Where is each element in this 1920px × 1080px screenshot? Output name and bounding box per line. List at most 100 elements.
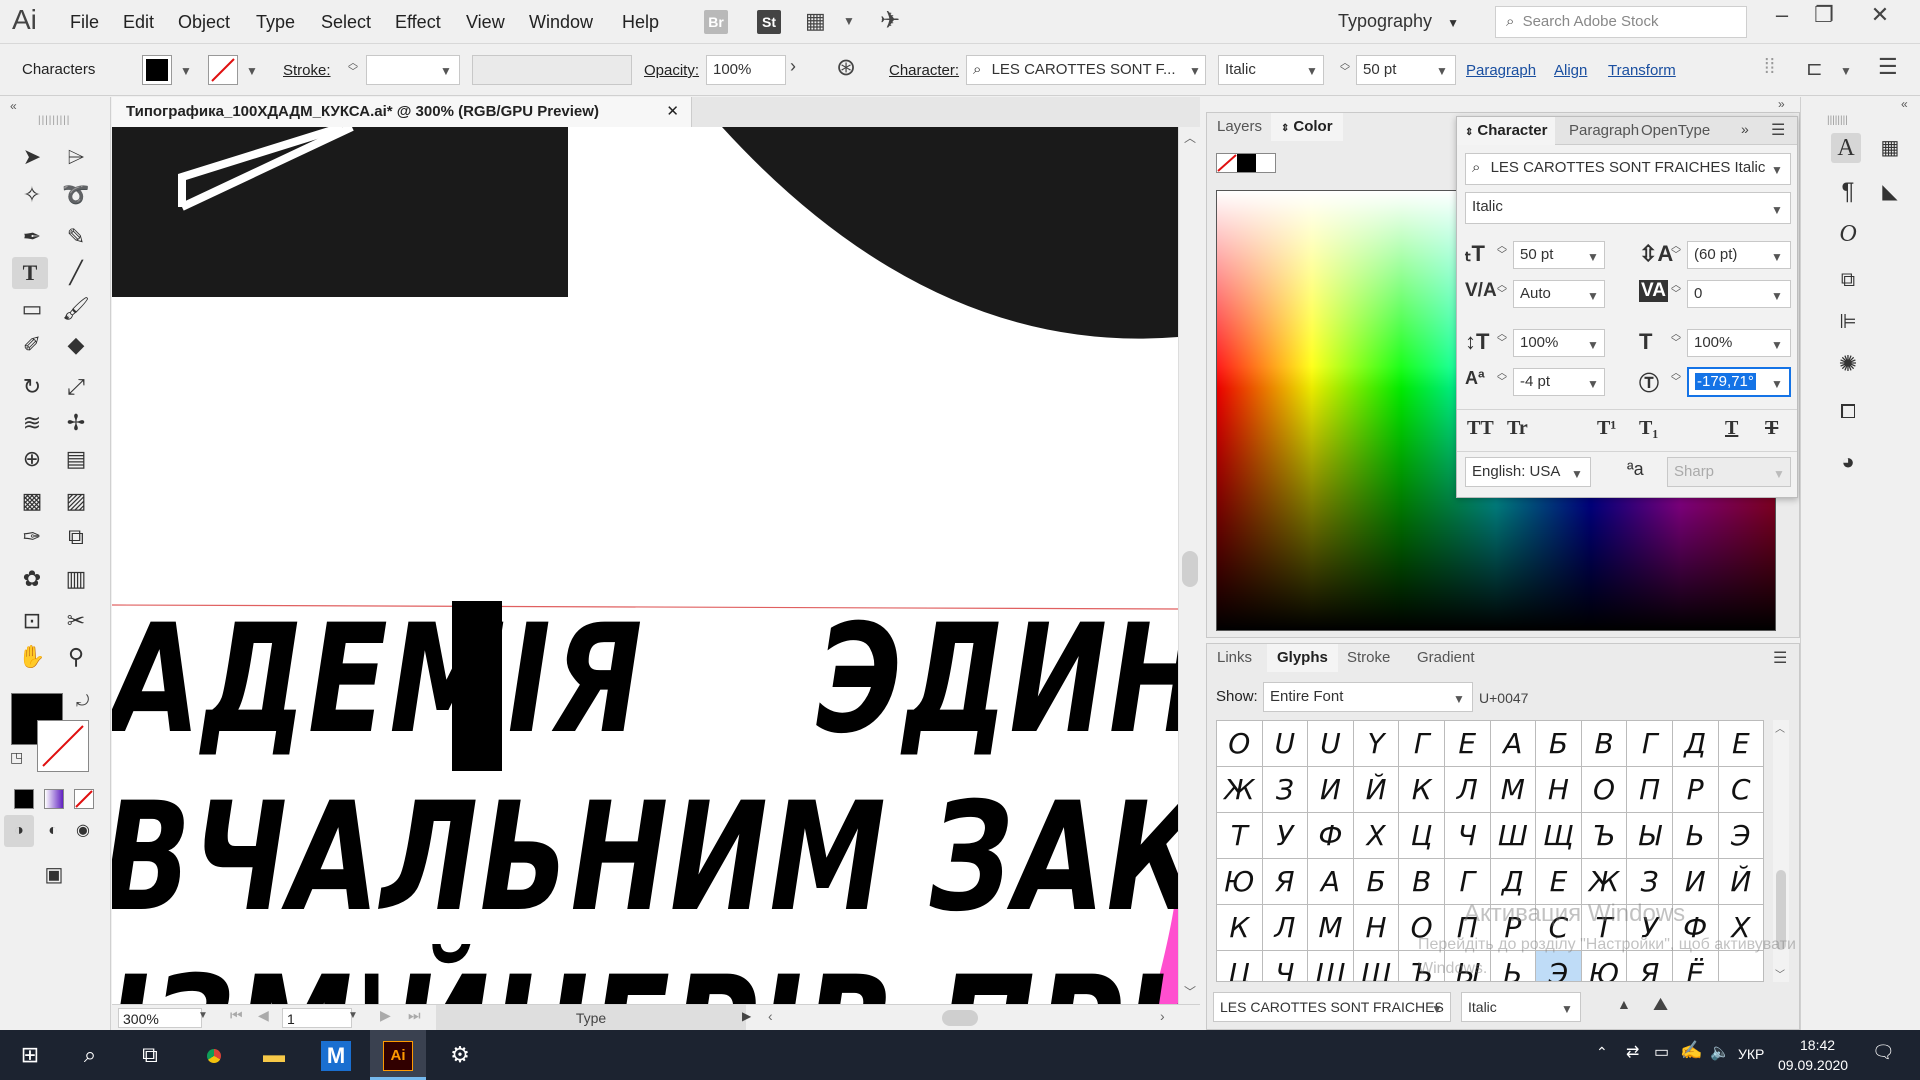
mesh-tool-icon[interactable]: ▩ [14,485,50,517]
draw-behind-icon[interactable]: ◐ [38,815,68,847]
panel-menu-icon[interactable]: ☰ [1878,54,1898,80]
glyph-cell[interactable]: Р [1672,767,1719,813]
tab-color[interactable]: ⇕ Color [1271,113,1343,141]
glyph-cell[interactable]: Б [1536,721,1582,767]
glyph-cell[interactable]: К [1217,905,1263,951]
stroke-color-swatch[interactable] [37,720,89,772]
glyph-cell[interactable]: Г [1444,859,1491,905]
glyph-cell[interactable]: С [1718,767,1763,813]
small-caps-button[interactable]: Tr [1507,417,1528,440]
transform-panel-icon[interactable]: ⧉ [1833,265,1863,295]
glyph-cell[interactable]: Й [1353,767,1400,813]
curvature-tool-icon[interactable]: ✎ [58,221,94,253]
zoom-in-glyphs-icon[interactable]: ⛰ [1653,994,1668,1015]
status-menu-icon[interactable]: ▶ [742,1009,751,1023]
chevron-down-icon[interactable]: ▼ [1587,250,1599,264]
paragraph-link[interactable]: Paragraph [1466,62,1536,79]
minimize-button[interactable]: – [1758,0,1806,32]
character-label[interactable]: Character: [889,62,959,79]
pathfinder-panel-icon[interactable]: ⧠ [1833,397,1863,427]
clock-time[interactable]: 18:42 [1800,1037,1835,1053]
recolor-artwork-icon[interactable]: ⊛ [836,53,856,82]
scroll-up-icon[interactable]: ︿ [1184,129,1196,146]
tab-glyphs[interactable]: Glyphs [1267,644,1338,672]
battery-icon[interactable]: ▭ [1654,1042,1669,1062]
blend-tool-icon[interactable]: ⧉ [58,521,94,553]
kerning-stepper-icon[interactable]: ︿ ﹀ [1495,281,1509,300]
menu-file[interactable]: File [70,12,99,33]
chrome-icon[interactable] [186,1030,242,1080]
artwork-text-line-1[interactable]: АДЕМІЯ Є ЭДИНИМ В УКР [112,605,1178,755]
subscript-button[interactable]: T₁ [1639,417,1658,440]
scale-tool-icon[interactable]: ⤢ [58,371,94,403]
chevron-down-icon[interactable]: ▼ [1771,250,1783,264]
stock-icon[interactable]: St [757,10,781,34]
glyph-cell[interactable]: Л [1262,905,1309,951]
bridge-icon[interactable]: Br [704,10,728,34]
rectangle-tool-icon[interactable]: ▭ [14,293,50,325]
glyph-cell[interactable]: Н [1536,767,1582,813]
document-tab[interactable]: Типографика_100ХДАДМ_КУКСА.ai* @ 300% (R… [112,97,692,127]
arrange-documents-icon[interactable]: ▦ [805,8,826,34]
fill-swatch[interactable] [142,55,172,85]
glyph-cell[interactable]: И [1672,859,1719,905]
glyph-cell[interactable]: Y [1353,721,1400,767]
warp-tool-icon[interactable]: ≋ [14,407,50,439]
glyph-cell[interactable]: М [1490,767,1537,813]
libraries-icon[interactable]: ▦ [1875,133,1905,163]
stroke-label[interactable]: Stroke: [283,62,331,79]
previous-artboard-icon[interactable]: ◀ [258,1007,269,1024]
all-caps-button[interactable]: TT [1467,417,1494,440]
gradient-mode-icon[interactable] [44,789,64,809]
clock-date[interactable]: 09.09.2020 [1778,1057,1848,1073]
glyph-cell[interactable]: Ю [1217,859,1263,905]
chevron-down-icon[interactable]: ▼ [1771,203,1783,217]
settings-icon[interactable]: ⚙ [432,1030,488,1080]
first-artboard-icon[interactable]: ⏮ [230,1007,243,1024]
distribute-icon[interactable]: ⊏ [1806,56,1823,81]
scroll-down-icon[interactable]: ﹀ [1184,983,1196,1000]
screen-mode-icon[interactable]: ▣ [36,859,72,891]
align-link[interactable]: Align [1554,62,1587,79]
glyph-cell[interactable]: Ч [1444,813,1491,859]
chevron-down-icon[interactable]: ▼ [348,1010,358,1021]
last-artboard-icon[interactable]: ⏭ [408,1007,421,1024]
tab-paragraph[interactable]: Paragraph [1565,117,1639,145]
show-hidden-icons[interactable]: ⌃ [1596,1044,1608,1061]
transform-link[interactable]: Transform [1608,62,1676,79]
horizontal-scale-stepper-icon[interactable]: ︿ ﹀ [1669,330,1683,349]
glyph-cell[interactable]: Е [1718,721,1763,767]
glyph-cell[interactable]: Ч [1263,951,1309,981]
rotate-tool-icon[interactable]: ↻ [14,371,50,403]
volume-icon[interactable]: 🔈 [1710,1042,1730,1062]
next-artboard-icon[interactable]: ▶ [380,1007,391,1024]
horizontal-scroll-thumb[interactable] [942,1010,978,1026]
close-window-button[interactable]: ✕ [1856,0,1904,32]
glyph-cell[interactable]: В [1399,859,1445,905]
glyph-cell[interactable]: В [1581,721,1628,767]
glyph-cell[interactable]: И [1308,767,1354,813]
glyph-cell[interactable] [1719,951,1763,981]
baseline-shift-stepper-icon[interactable]: ︿ ﹀ [1495,369,1509,388]
chevron-down-icon[interactable]: ▼ [1189,64,1201,78]
glyph-cell[interactable]: Ш [1490,813,1537,859]
expand-panels-icon[interactable]: » [1778,97,1785,111]
glyph-cell[interactable]: Ц [1399,813,1445,859]
stroke-swatch[interactable] [208,55,238,85]
glyph-cell[interactable]: O [1217,721,1263,767]
glyph-cell[interactable]: Я [1262,859,1309,905]
gradient-panel-icon[interactable]: ◣ [1875,177,1905,207]
zoom-input[interactable]: 300% [118,1008,202,1028]
opacity-input[interactable]: 100% [706,55,786,85]
glyph-cell[interactable]: Ъ [1581,813,1628,859]
zoom-out-glyphs-icon[interactable]: ▲ [1617,996,1631,1012]
glyph-cell[interactable]: Н [1353,905,1400,951]
tracking-stepper-icon[interactable]: ︿ ﹀ [1669,281,1683,300]
glyph-cell[interactable]: У [1262,813,1309,859]
vertical-scale-stepper-icon[interactable]: ︿ ﹀ [1495,330,1509,349]
illustrator-taskbar-icon[interactable]: Ai [370,1030,426,1080]
glyph-cell[interactable]: Щ [1354,951,1400,981]
glyph-cell[interactable]: Ь [1491,951,1537,981]
menu-select[interactable]: Select [321,12,371,33]
scroll-up-icon[interactable]: ︿ [1775,720,1785,735]
